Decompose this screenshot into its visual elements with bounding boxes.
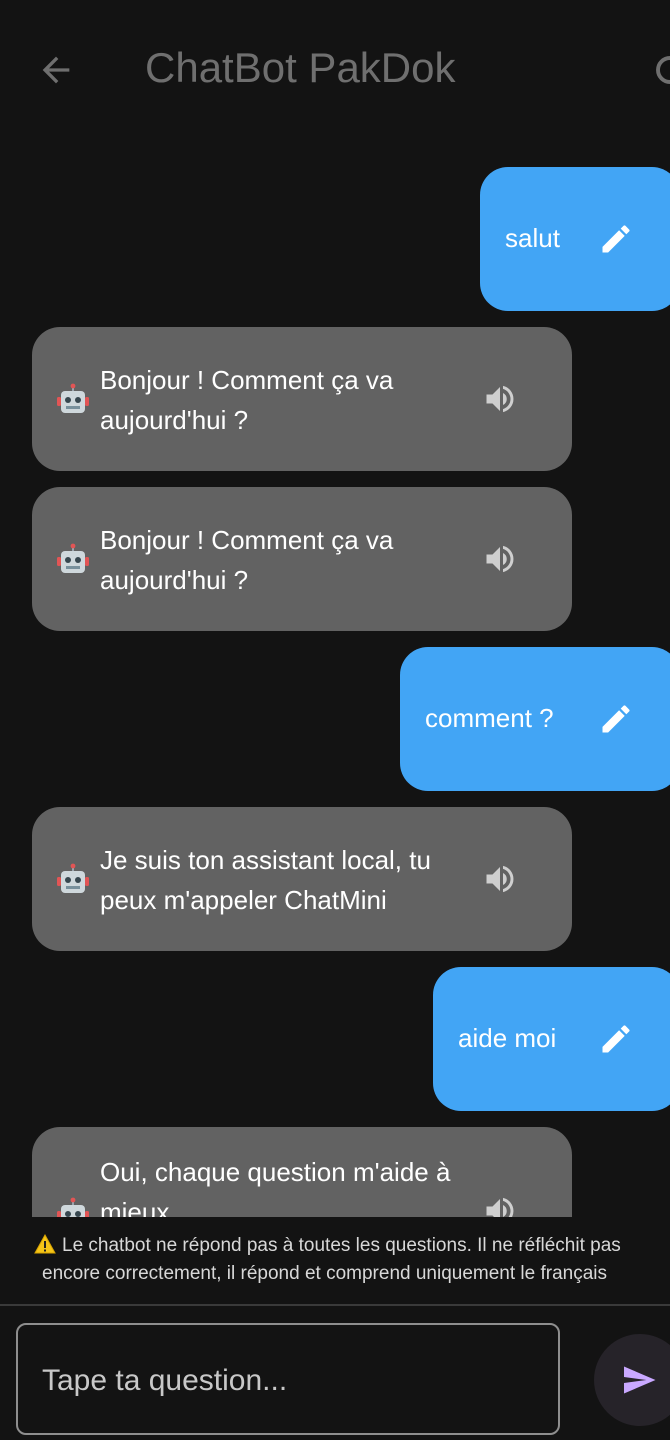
- user-message: salut: [480, 167, 670, 311]
- question-input[interactable]: [40, 1355, 544, 1407]
- pencil-icon: [602, 225, 630, 253]
- edit-message-button[interactable]: [598, 701, 634, 737]
- warning-icon: [34, 1234, 56, 1254]
- send-button[interactable]: [594, 1334, 670, 1426]
- speaker-icon: [486, 545, 514, 573]
- pencil-icon: [602, 1025, 630, 1053]
- robot-icon: [56, 1197, 90, 1217]
- page-title: ChatBot PakDok: [145, 44, 456, 91]
- bot-message: Je suis ton assistant local, tu peux m'a…: [32, 807, 572, 951]
- user-message: comment ?: [400, 647, 670, 791]
- disclaimer-text-line1: Le chatbot ne répond pas à toutes les qu…: [62, 1235, 621, 1256]
- edit-message-button[interactable]: [598, 1021, 634, 1057]
- edit-message-button[interactable]: [598, 221, 634, 257]
- bot-message: Bonjour ! Comment ça va aujourd'hui ?: [32, 487, 572, 631]
- speaker-icon: [486, 385, 514, 413]
- speaker-icon: [486, 865, 514, 893]
- app-bar-action-button[interactable]: [652, 52, 670, 88]
- partially-visible-icon: [656, 56, 670, 84]
- composer-divider: [0, 1304, 670, 1306]
- read-aloud-button[interactable]: [482, 541, 518, 577]
- bot-message: Bonjour ! Comment ça va aujourd'hui ?: [32, 327, 572, 471]
- robot-icon: [56, 863, 90, 897]
- message-text: salut: [505, 223, 560, 253]
- read-aloud-button[interactable]: [482, 381, 518, 417]
- chat-list[interactable]: salut Bonjour ! Comment ça va aujourd'hu…: [0, 140, 670, 1217]
- message-text: Je suis ton assistant local, tu peux m'a…: [100, 845, 431, 915]
- send-icon: [624, 1366, 656, 1394]
- bot-message: Oui, chaque question m'aide à mieux: [32, 1127, 572, 1217]
- app-bar: ChatBot PakDok: [0, 0, 670, 140]
- speaker-icon: [486, 1197, 514, 1217]
- read-aloud-button[interactable]: [482, 1193, 518, 1217]
- back-button[interactable]: [36, 50, 76, 90]
- pencil-icon: [602, 705, 630, 733]
- disclaimer-text-line2: encore correctement, il répond et compre…: [42, 1263, 608, 1284]
- user-message: aide moi: [433, 967, 670, 1111]
- question-input-box[interactable]: [16, 1323, 560, 1435]
- message-text: Bonjour ! Comment ça va aujourd'hui ?: [100, 525, 394, 595]
- disclaimer-banner: Le chatbot ne répond pas à toutes les qu…: [0, 1232, 670, 1292]
- read-aloud-button[interactable]: [482, 861, 518, 897]
- message-text: Oui, chaque question m'aide à mieux: [100, 1157, 451, 1217]
- robot-icon: [56, 383, 90, 417]
- arrow-left-icon: [42, 56, 70, 84]
- message-text: aide moi: [458, 1023, 557, 1053]
- message-text: Bonjour ! Comment ça va aujourd'hui ?: [100, 365, 394, 435]
- robot-icon: [56, 543, 90, 577]
- message-text: comment ?: [425, 703, 554, 733]
